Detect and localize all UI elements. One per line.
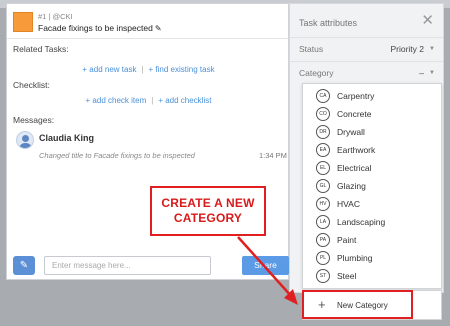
callout-line-1: CREATE A NEW bbox=[161, 196, 255, 210]
annotation-callout: CREATE A NEW CATEGORY bbox=[150, 186, 266, 236]
callout-text: CREATE A NEW CATEGORY bbox=[152, 196, 264, 226]
callout-line-2: CATEGORY bbox=[173, 211, 243, 225]
annotation-arrow bbox=[237, 236, 298, 305]
